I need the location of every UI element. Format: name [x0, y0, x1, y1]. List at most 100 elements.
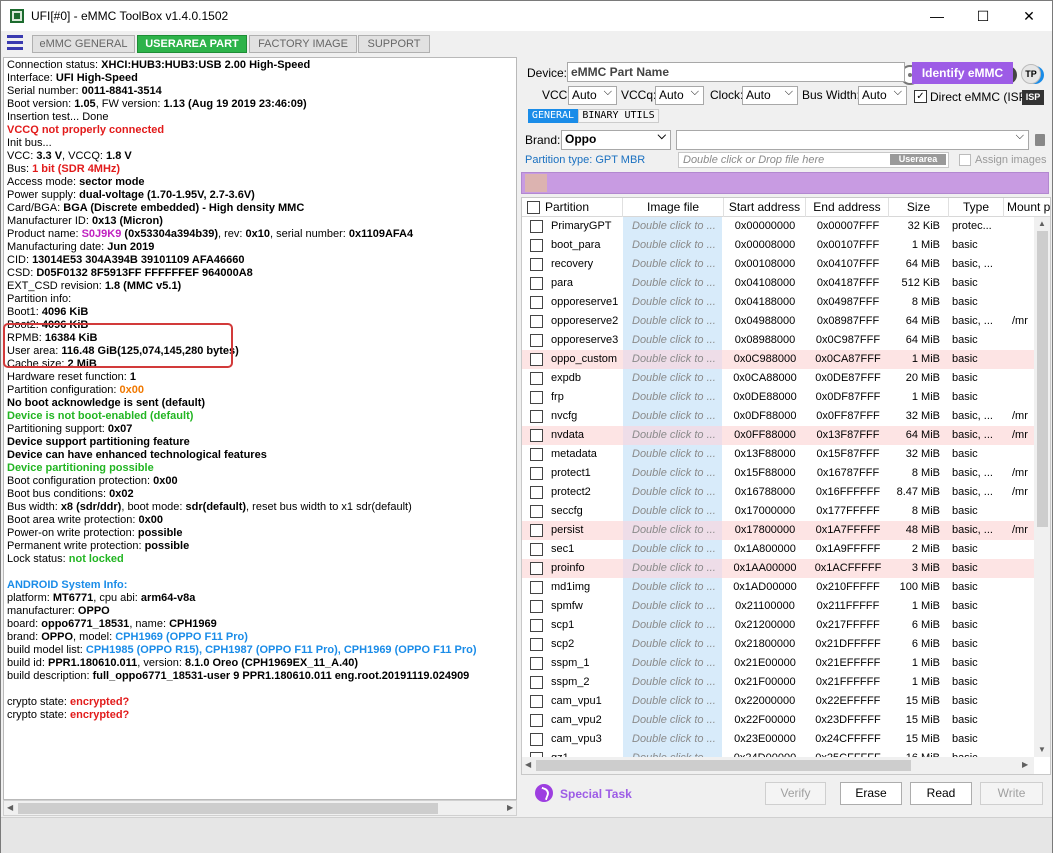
table-row[interactable]: persist Double click to ... 0x17800000 0x1A…: [522, 521, 1034, 540]
hamburger-menu-icon[interactable]: [7, 35, 23, 51]
identify-emmc-button[interactable]: Identify eMMC: [912, 62, 1013, 84]
image-file-cell[interactable]: Double click to ...: [623, 255, 722, 274]
table-row[interactable]: protect2 Double click to ... 0x16788000 0x1…: [522, 483, 1034, 502]
device-name-field[interactable]: eMMC Part Name: [567, 62, 905, 82]
row-checkbox[interactable]: [530, 733, 543, 746]
assign-images-checkbox[interactable]: [959, 154, 971, 166]
row-checkbox[interactable]: [530, 486, 543, 499]
log-scroll-thumb[interactable]: [18, 803, 438, 814]
scroll-right-arrow-icon[interactable]: ▶: [1022, 760, 1028, 769]
row-checkbox[interactable]: [530, 391, 543, 404]
row-checkbox[interactable]: [530, 372, 543, 385]
row-checkbox[interactable]: [530, 657, 543, 670]
column-mount-point[interactable]: Mount p: [1004, 198, 1050, 217]
scroll-left-arrow-icon[interactable]: ◀: [525, 760, 531, 769]
image-file-cell[interactable]: Double click to ...: [623, 331, 722, 350]
image-file-cell[interactable]: Double click to ...: [623, 407, 722, 426]
image-file-cell[interactable]: Double click to ...: [623, 673, 722, 692]
verify-button[interactable]: Verify: [765, 782, 826, 805]
scroll-right-arrow-icon[interactable]: ▶: [507, 803, 513, 812]
image-file-cell[interactable]: Double click to ...: [623, 426, 722, 445]
table-row[interactable]: protect1 Double click to ... 0x15F88000 0x1…: [522, 464, 1034, 483]
table-row[interactable]: nvcfg Double click to ... 0x0DF88000 0x0FF8…: [522, 407, 1034, 426]
table-row[interactable]: scp1 Double click to ... 0x21200000 0x217FF…: [522, 616, 1034, 635]
image-file-cell[interactable]: Double click to ...: [623, 711, 722, 730]
table-row[interactable]: oppo_custom Double click to ... 0x0C988000…: [522, 350, 1034, 369]
row-checkbox[interactable]: [530, 448, 543, 461]
model-select[interactable]: [676, 130, 1029, 150]
image-file-cell[interactable]: Double click to ...: [623, 559, 722, 578]
isp-button[interactable]: ISP: [1022, 90, 1044, 105]
row-checkbox[interactable]: [530, 562, 543, 575]
image-file-cell[interactable]: Double click to ...: [623, 274, 722, 293]
tab-userarea-part[interactable]: USERAREA PART: [137, 35, 247, 53]
column-partition[interactable]: Partition: [522, 198, 623, 217]
image-file-cell[interactable]: Double click to ...: [623, 654, 722, 673]
scroll-down-arrow-icon[interactable]: ▼: [1038, 745, 1046, 754]
vcc-select[interactable]: Auto: [568, 86, 617, 105]
column-end-address[interactable]: End address: [806, 198, 889, 217]
table-row[interactable]: recovery Double click to ... 0x00108000 0x0…: [522, 255, 1034, 274]
table-row[interactable]: proinfo Double click to ... 0x1AA00000 0x1A…: [522, 559, 1034, 578]
table-row[interactable]: PrimaryGPT Double click to ... 0x00000000 0…: [522, 217, 1034, 236]
image-file-cell[interactable]: Double click to ...: [623, 692, 722, 711]
row-checkbox[interactable]: [530, 619, 543, 632]
scroll-left-arrow-icon[interactable]: ◀: [7, 803, 13, 812]
image-file-cell[interactable]: Double click to ...: [623, 293, 722, 312]
row-checkbox[interactable]: [530, 429, 543, 442]
image-file-cell[interactable]: Double click to ...: [623, 483, 722, 502]
row-checkbox[interactable]: [530, 296, 543, 309]
write-button[interactable]: Write: [980, 782, 1043, 805]
row-checkbox[interactable]: [530, 505, 543, 518]
scroll-up-arrow-icon[interactable]: ▲: [1038, 219, 1046, 228]
row-checkbox[interactable]: [530, 277, 543, 290]
row-checkbox[interactable]: [530, 543, 543, 556]
subtab-general[interactable]: GENERAL: [528, 109, 578, 123]
table-row[interactable]: seccfg Double click to ... 0x17000000 0x177…: [522, 502, 1034, 521]
table-row[interactable]: spmfw Double click to ... 0x21100000 0x211F…: [522, 597, 1034, 616]
table-row[interactable]: md1img Double click to ... 0x1AD00000 0x210…: [522, 578, 1034, 597]
tab-support[interactable]: SUPPORT: [358, 35, 430, 53]
image-file-cell[interactable]: Double click to ...: [623, 578, 722, 597]
image-file-cell[interactable]: Double click to ...: [623, 217, 722, 236]
clock-select[interactable]: Auto: [742, 86, 798, 105]
row-checkbox[interactable]: [530, 353, 543, 366]
row-checkbox[interactable]: [530, 638, 543, 651]
table-row[interactable]: scp2 Double click to ... 0x21800000 0x21DFF…: [522, 635, 1034, 654]
row-checkbox[interactable]: [530, 600, 543, 613]
table-row[interactable]: frp Double click to ... 0x0DE88000 0x0DF87F…: [522, 388, 1034, 407]
image-file-cell[interactable]: Double click to ...: [623, 521, 722, 540]
row-checkbox[interactable]: [530, 334, 543, 347]
table-row[interactable]: expdb Double click to ... 0x0CA88000 0x0DE8…: [522, 369, 1034, 388]
table-row[interactable]: sec1 Double click to ... 0x1A800000 0x1A9FF…: [522, 540, 1034, 559]
table-row[interactable]: nvdata Double click to ... 0x0FF88000 0x13F…: [522, 426, 1034, 445]
image-file-cell[interactable]: Double click to ...: [623, 445, 722, 464]
row-checkbox[interactable]: [530, 524, 543, 537]
brand-select[interactable]: Oppo: [561, 130, 671, 150]
table-row[interactable]: opporeserve3 Double click to ... 0x0898800…: [522, 331, 1034, 350]
image-file-cell[interactable]: Double click to ...: [623, 388, 722, 407]
minimize-button[interactable]: —: [914, 1, 960, 31]
image-file-cell[interactable]: Double click to ...: [623, 312, 722, 331]
lock-icon[interactable]: [1035, 134, 1045, 146]
image-file-cell[interactable]: Double click to ...: [623, 616, 722, 635]
row-checkbox[interactable]: [530, 220, 543, 233]
bus-width-select[interactable]: Auto: [858, 86, 907, 105]
image-file-cell[interactable]: Double click to ...: [623, 635, 722, 654]
image-file-cell[interactable]: Double click to ...: [623, 540, 722, 559]
column-image-file[interactable]: Image file: [623, 198, 724, 217]
row-checkbox[interactable]: [530, 714, 543, 727]
image-file-cell[interactable]: Double click to ...: [623, 350, 722, 369]
special-task-link[interactable]: Special Task: [560, 787, 632, 801]
direct-emmc-checkbox[interactable]: ✓: [914, 90, 927, 103]
table-row[interactable]: cam_vpu2 Double click to ... 0x22F00000 0x2…: [522, 711, 1034, 730]
tab-emmc-general[interactable]: eMMC GENERAL: [32, 35, 135, 53]
image-file-cell[interactable]: Double click to ...: [623, 236, 722, 255]
row-checkbox[interactable]: [530, 581, 543, 594]
subtab-binary-utils[interactable]: BINARY UTILS: [578, 109, 659, 123]
log-panel[interactable]: Connection status: XHCI:HUB3:HUB3:USB 2.…: [3, 57, 517, 800]
table-row[interactable]: cam_vpu3 Double click to ... 0x23E00000 0x2…: [522, 730, 1034, 749]
select-all-checkbox[interactable]: [527, 201, 540, 214]
tab-factory-image[interactable]: FACTORY IMAGE: [249, 35, 357, 53]
table-row[interactable]: boot_para Double click to ... 0x00008000 0x…: [522, 236, 1034, 255]
